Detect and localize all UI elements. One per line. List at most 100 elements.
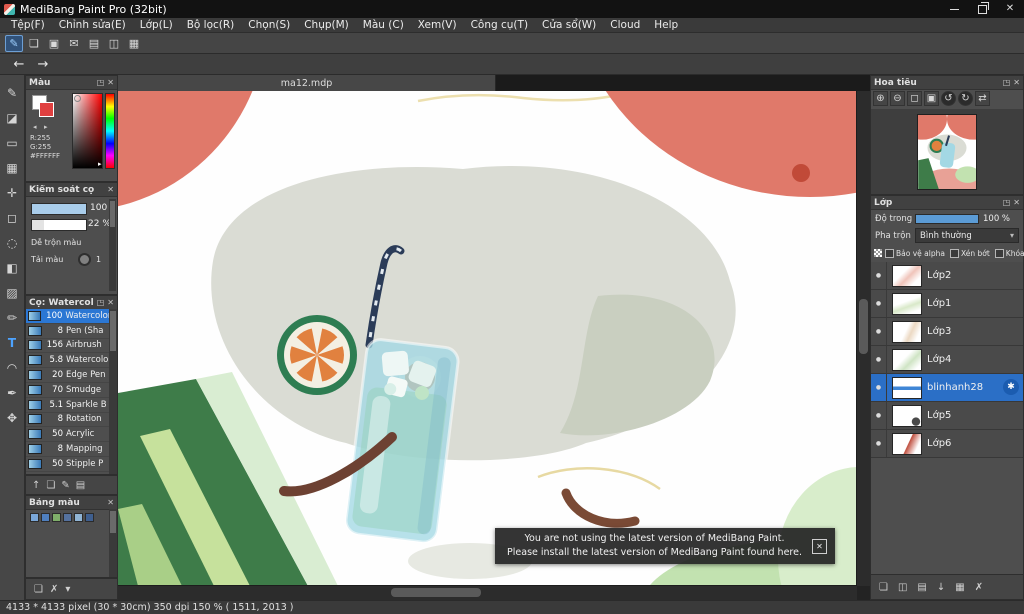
canvas-viewport[interactable]: You are not using the latest version of … [118,91,857,586]
layer-visibility-toggle[interactable]: ● [871,374,887,401]
duplicate-layer-icon[interactable]: ◫ [898,582,907,593]
brush-item[interactable]: 50 Acrylic [26,427,109,443]
brush-item[interactable]: 156 Airbrush [26,338,109,354]
panel-layout-icon[interactable]: ◫ [105,35,123,52]
comment-icon[interactable]: ✉ [65,35,83,52]
move-tool[interactable]: ✛ [2,180,23,205]
popout-icon[interactable]: ◳ [1003,78,1011,87]
grid-tool[interactable]: ▦ [2,155,23,180]
horizontal-scrollbar-thumb[interactable] [391,588,482,597]
palette-swatch[interactable] [41,513,50,522]
rotate-cw-icon[interactable]: ↻ [958,91,973,106]
layer-folder-icon[interactable]: ▤ [917,582,926,593]
clipping-checkbox[interactable] [949,248,959,258]
zoom-out-icon[interactable]: ⊖ [890,91,905,106]
brush-item[interactable]: 5.1 Sparkle B [26,397,109,413]
layer-material-icon[interactable]: ▦ [955,582,964,593]
palette-menu-icon[interactable]: ▾ [65,584,70,595]
close-icon[interactable]: ✕ [1013,198,1020,207]
new-layer-icon[interactable]: ❏ [879,582,888,593]
brush-item[interactable]: 100 Watercolor [26,309,109,324]
minimize-button[interactable] [940,0,968,18]
merge-layer-icon[interactable]: ↓ [937,582,945,593]
brush-list-scrollbar[interactable] [109,309,117,474]
close-button[interactable]: ✕ [996,0,1024,18]
lock-checkbox[interactable] [994,248,1004,258]
delete-layer-icon[interactable]: ✗ [975,582,983,593]
color-load-knob[interactable] [78,253,91,266]
artwork-canvas[interactable] [118,91,857,586]
brush-item[interactable]: 8 Rotation [26,412,109,428]
palette-swatch[interactable] [52,513,61,522]
navigator-thumbnail[interactable] [917,113,977,190]
eyedropper-tool[interactable]: ✒ [2,380,23,405]
protect-alpha-checkbox[interactable] [885,248,894,258]
brush-folder-icon[interactable]: ▤ [76,480,85,491]
document-tab[interactable]: ma12.mdp [118,75,496,91]
menu-item[interactable]: Cloud [603,19,647,31]
layer-row[interactable]: ● Lớp6 ✱ [871,430,1023,458]
brush-opacity-slider[interactable] [31,219,87,231]
lasso-tool[interactable]: ◌ [2,230,23,255]
rotate-ccw-icon[interactable]: ↺ [941,91,956,106]
layer-visibility-toggle[interactable]: ● [871,290,887,317]
layer-opacity-slider[interactable] [915,213,979,224]
menu-item[interactable]: Chụp(M) [297,19,356,31]
brush-add-icon[interactable]: ❏ [46,480,55,491]
add-color-icon[interactable]: ❏ [34,584,43,595]
brush-item[interactable]: 8 Mapping [26,442,109,457]
layer-row[interactable]: ● Lớp1 ✱ [871,290,1023,318]
layer-settings-icon[interactable]: ✱ [1003,379,1019,395]
brush-item[interactable]: 5.8 Watercolo [26,353,109,369]
save-file-icon[interactable]: ▣ [45,35,63,52]
layer-row[interactable]: ● Lớp5 ✱ [871,402,1023,430]
brush-item[interactable]: 20 Edge Pen [26,368,109,383]
hue-slider[interactable] [105,93,115,169]
rect-tool[interactable]: ▭ [2,130,23,155]
layer-row[interactable]: ● blinhanh28 ✱ [871,374,1023,402]
brush-item[interactable]: 50 Stipple P [26,456,109,472]
brush-item[interactable]: 20 Su [26,471,109,474]
materials-icon[interactable]: ▦ [125,35,143,52]
menu-item[interactable]: Chỉnh sửa(E) [52,19,133,31]
layer-visibility-toggle[interactable]: ● [871,262,887,289]
gradient-tool[interactable]: ▨ [2,280,23,305]
text-tool[interactable]: T [2,330,23,355]
select-tool[interactable]: ◻ [2,205,23,230]
close-icon[interactable]: ✕ [107,298,114,307]
undo-button[interactable]: ← [10,57,28,72]
brush-size-slider[interactable] [31,203,87,215]
menu-item[interactable]: Xem(V) [411,19,464,31]
layer-row[interactable]: ● Lớp3 ✱ [871,318,1023,346]
document-icon[interactable]: ▤ [85,35,103,52]
menu-item[interactable]: Tệp(F) [4,19,52,31]
brush-prev-icon[interactable]: ↑ [32,480,40,491]
palette-swatch[interactable] [30,513,39,522]
menu-item[interactable]: Help [647,19,685,31]
horizontal-scrollbar[interactable] [118,585,857,600]
foreground-color-swatch[interactable] [39,102,54,117]
blend-mode-select[interactable]: Bình thường ▾ [915,228,1019,243]
layer-visibility-toggle[interactable]: ● [871,318,887,345]
curve-tool[interactable]: ◠ [2,355,23,380]
menu-item[interactable]: Bộ lọc(R) [180,19,242,31]
hand-tool[interactable]: ✥ [2,405,23,430]
menu-item[interactable]: Chọn(S) [241,19,297,31]
bucket-tool[interactable]: ◧ [2,255,23,280]
brush-edit-icon[interactable]: ✎ [61,480,69,491]
brush-item[interactable]: 70 Smudge [26,382,109,398]
palette-swatch[interactable] [74,513,83,522]
palette-swatch[interactable] [85,513,94,522]
popout-icon[interactable]: ◳ [97,298,105,307]
popout-icon[interactable]: ◳ [1003,198,1011,207]
eraser-tool[interactable]: ◪ [2,105,23,130]
layer-visibility-toggle[interactable]: ● [871,402,887,429]
popout-icon[interactable]: ◳ [97,78,105,87]
flip-icon[interactable]: ⇄ [975,91,990,106]
pen-tool[interactable]: ✎ [2,80,23,105]
vertical-scrollbar[interactable] [856,91,870,586]
zoom-in-icon[interactable]: ⊕ [873,91,888,106]
swap-colors-left-icon[interactable]: ◂ [33,123,37,131]
layer-row[interactable]: ● Lớp2 ✱ [871,262,1023,290]
maximize-button[interactable] [968,0,996,18]
